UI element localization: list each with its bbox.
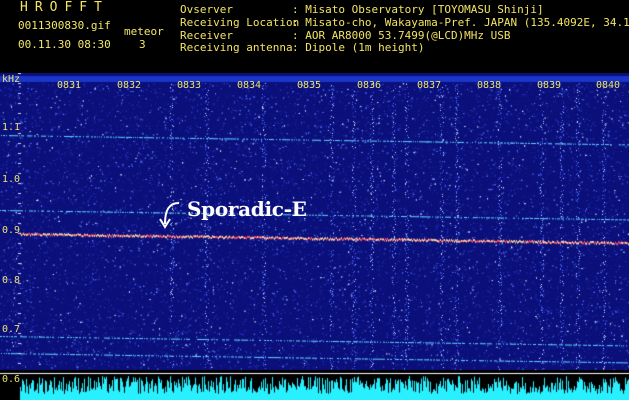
time-label-0834: 0834 bbox=[237, 80, 262, 91]
antenna-label: Receiving antenna bbox=[180, 41, 293, 54]
meteor-count: 3 bbox=[139, 38, 146, 51]
y-tick-1-1: 1.1 bbox=[2, 122, 21, 133]
sporadic-e-annotation: Sporadic-E bbox=[187, 197, 307, 221]
observer-label: Ovserver bbox=[180, 3, 233, 16]
time-label-0832: 0832 bbox=[117, 80, 142, 91]
annotation-arrow-icon bbox=[159, 202, 180, 229]
y-tick-1-0: 1.0 bbox=[2, 174, 21, 185]
time-label-0835: 0835 bbox=[297, 80, 322, 91]
time-label-0840: 0840 bbox=[596, 80, 621, 91]
time-label-0833: 0833 bbox=[177, 80, 202, 91]
spectrogram-canvas bbox=[0, 73, 629, 400]
location-value: : Misato-cho, Wakayama-Pref. JAPAN (135.… bbox=[292, 16, 629, 29]
location-label: Receiving Location bbox=[180, 16, 300, 29]
y-tick-0-7: 0.7 bbox=[2, 324, 21, 335]
y-unit-label: kHz bbox=[2, 74, 21, 85]
hrofft-window: HROFFT 0011300830.gif meteor 00.11.30 08… bbox=[0, 0, 629, 400]
filename-label: 0011300830.gif bbox=[18, 19, 111, 32]
y-tick-0-9: 0.9 bbox=[2, 225, 21, 236]
datetime-label: 00.11.30 08:30 bbox=[18, 38, 111, 51]
observer-value: : Misato Observatory [TOYOMASU Shinji] bbox=[292, 3, 544, 16]
time-label-0837: 0837 bbox=[417, 80, 442, 91]
time-label-0831: 0831 bbox=[57, 80, 82, 91]
y-tick-0-6: 0.6 bbox=[2, 374, 21, 385]
app-title: HROFFT bbox=[20, 0, 109, 15]
time-label-0839: 0839 bbox=[537, 80, 562, 91]
meteor-label: meteor bbox=[124, 25, 164, 38]
time-label-0838: 0838 bbox=[477, 80, 502, 91]
antenna-value: : Dipole (1m height) bbox=[292, 41, 425, 54]
y-tick-0-8: 0.8 bbox=[2, 275, 21, 286]
time-label-0836: 0836 bbox=[357, 80, 382, 91]
